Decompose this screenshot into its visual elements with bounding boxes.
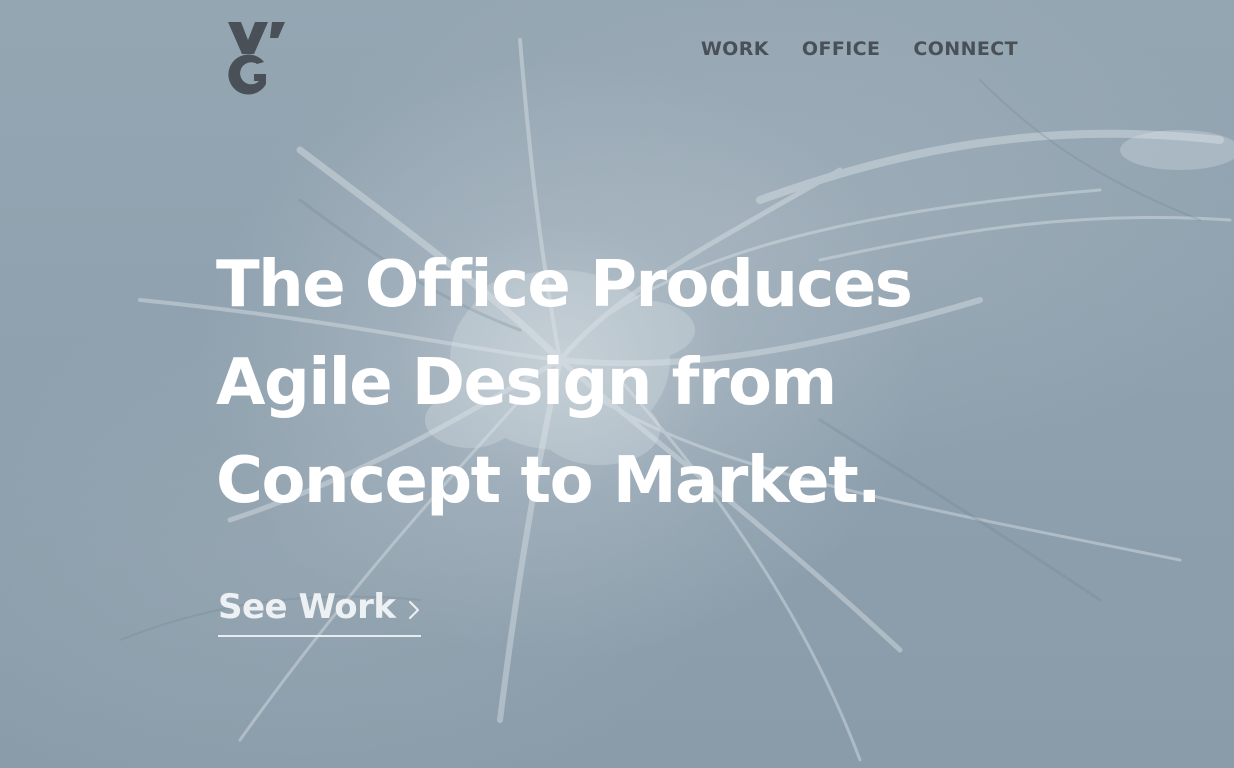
hero-section: WORK OFFICE CONNECT The Office Produces … — [0, 0, 1234, 768]
headline-line-3: Concept to Market. — [216, 444, 881, 518]
nav-item-connect[interactable]: CONNECT — [913, 38, 1018, 60]
main-nav: WORK OFFICE CONNECT — [701, 38, 1018, 60]
see-work-label: See Work — [218, 587, 396, 627]
headline-line-1: The Office Produces — [216, 248, 913, 322]
hero-headline: The Office Produces Agile Design from Co… — [216, 236, 976, 530]
headline-line-2: Agile Design from — [216, 346, 837, 420]
nav-item-work[interactable]: WORK — [701, 38, 769, 60]
nav-item-office[interactable]: OFFICE — [802, 38, 881, 60]
vg-monogram-logo-icon[interactable] — [226, 20, 290, 96]
see-work-link[interactable]: See Work — [218, 585, 422, 637]
chevron-right-icon — [409, 601, 420, 619]
